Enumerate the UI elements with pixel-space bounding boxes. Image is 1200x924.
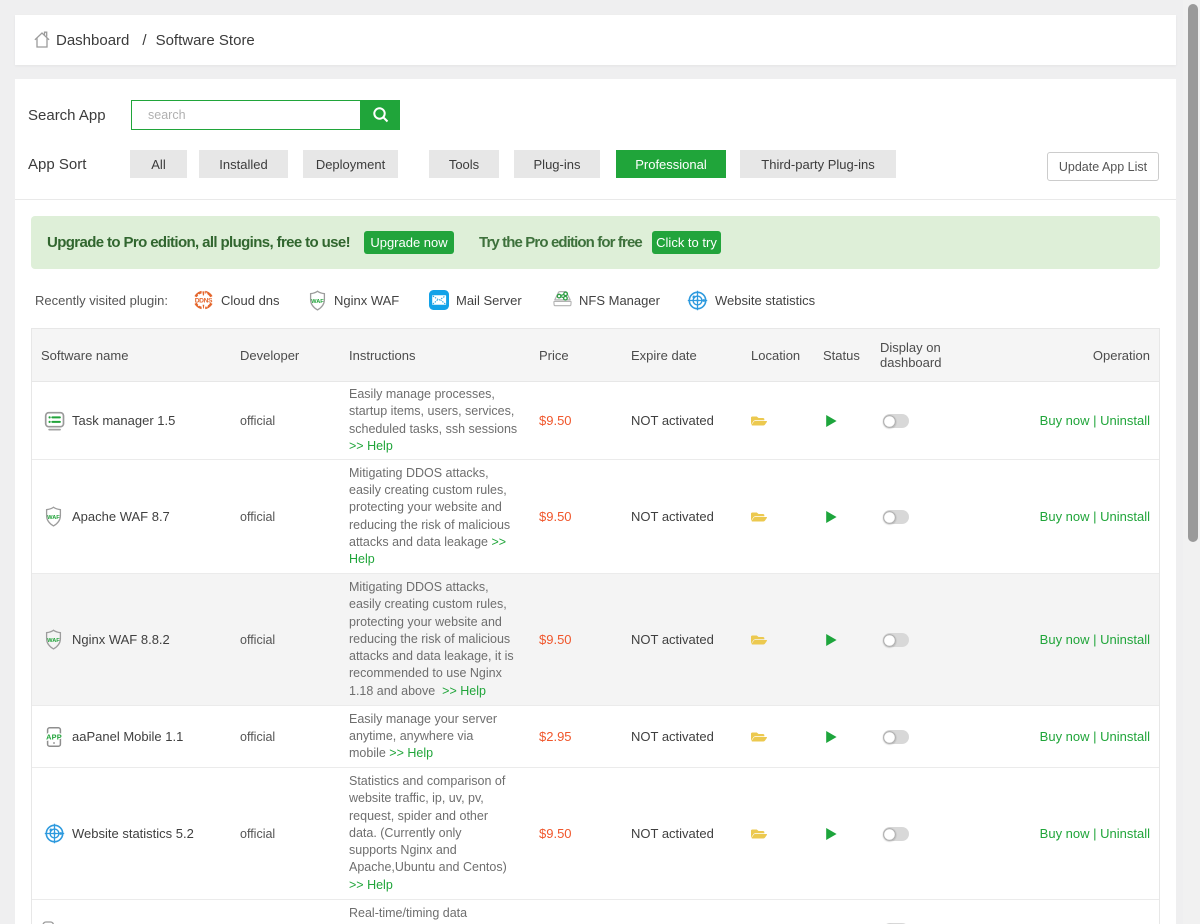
svg-text:WAF: WAF [47,638,60,644]
svg-text:APP: APP [46,732,62,741]
svg-text:WAF: WAF [311,299,324,305]
svg-text:WAF: WAF [47,515,60,521]
svg-text:DDNS: DDNS [195,298,213,305]
